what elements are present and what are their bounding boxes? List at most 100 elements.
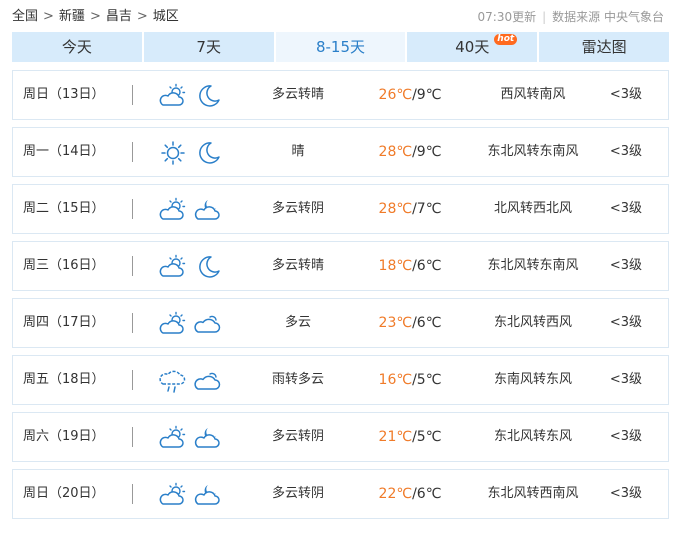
temp-high: 21℃: [378, 429, 413, 445]
temperature: 21℃/5℃: [365, 413, 455, 461]
breadcrumb-separator: >: [136, 9, 148, 24]
wind-level: <3级: [609, 372, 642, 387]
forecast-row: 周五（18日） 雨转多云 16℃/5℃ 东南风转东风 <3级: [12, 355, 669, 405]
breadcrumb-item-city[interactable]: 昌吉: [106, 9, 132, 24]
forecast-date: 周一（14日）: [23, 144, 105, 159]
forecast-row: 周二（15日） 多云转阴 28℃/7℃ 北风转西北风 <3级: [12, 184, 669, 234]
row-divider: [132, 313, 133, 333]
weather-icons: [159, 482, 222, 508]
wind-direction: 东北风转西风: [493, 315, 572, 330]
forecast-row: 周三（16日） 多云转晴 18℃/6℃ 东北风转东南风 <3级: [12, 241, 669, 291]
temp-high: 22℃: [378, 486, 413, 502]
wind-direction: 东北风转东风: [493, 429, 572, 444]
forecast-row: 周日（13日） 多云转晴 26℃/9℃ 西风转南风 <3级: [12, 70, 669, 120]
sun-icon: [159, 140, 187, 166]
temperature: 28℃/9℃: [365, 128, 455, 176]
temp-low: /7℃: [412, 201, 442, 217]
wind-direction: 北风转西北风: [493, 201, 572, 216]
partly-cloudy-day-icon: [159, 197, 187, 223]
tab-today[interactable]: 今天: [12, 32, 144, 62]
temp-low: /6℃: [412, 486, 442, 502]
temp-high: 26℃: [378, 87, 413, 103]
tab-radar[interactable]: 雷达图: [539, 32, 669, 62]
tab-7-days[interactable]: 7天: [143, 32, 276, 62]
forecast-date: 周四（17日）: [23, 315, 105, 330]
moon-icon: [194, 83, 222, 109]
forecast-row: 周一（14日） 晴 28℃/9℃ 东北风转东南风 <3级: [12, 127, 669, 177]
temperature: 16℃/5℃: [365, 356, 455, 404]
cloud-icon: [194, 368, 222, 394]
tab-label: 雷达图: [581, 38, 627, 56]
forecast-date: 周日（13日）: [23, 87, 105, 102]
breadcrumb-item-province[interactable]: 新疆: [59, 9, 85, 24]
row-divider: [132, 427, 133, 447]
temperature: 23℃/6℃: [365, 299, 455, 347]
forecast-row: 周四（17日） 多云 23℃/6℃ 东北风转西风 <3级: [12, 298, 669, 348]
tab-8-15-days[interactable]: 8-15天: [275, 32, 408, 62]
top-bar: 全国 > 新疆 > 昌吉 > 城区 07:30更新 | 数据来源 中央气象台: [12, 6, 668, 28]
wind-direction: 东北风转西南风: [487, 486, 579, 501]
weather-icons: [159, 197, 222, 223]
partly-cloudy-day-icon: [159, 482, 187, 508]
moon-icon: [194, 254, 222, 280]
temp-low: /5℃: [412, 429, 442, 445]
wind-direction: 西风转南风: [500, 87, 566, 102]
temp-low: /6℃: [412, 258, 442, 274]
tab-label: 8-15天: [315, 38, 366, 56]
update-time: 07:30更新: [477, 10, 537, 24]
temp-high: 28℃: [378, 201, 413, 217]
wind-level: <3级: [609, 201, 642, 216]
forecast-date: 周六（19日）: [23, 429, 105, 444]
forecast-tabs: 今天 7天 8-15天 40天 hot 雷达图: [12, 32, 669, 62]
row-divider: [132, 199, 133, 219]
meta-divider: |: [542, 10, 547, 24]
temp-low: /5℃: [412, 372, 442, 388]
weather-condition: 多云转阴: [271, 201, 324, 216]
weather-condition: 雨转多云: [271, 372, 324, 387]
weather-condition: 多云: [284, 315, 311, 330]
partly-cloudy-night-icon: [194, 482, 222, 508]
weather-icons: [159, 83, 222, 109]
forecast-row: 周六（19日） 多云转阴 21℃/5℃ 东北风转东风 <3级: [12, 412, 669, 462]
tab-label: 今天: [61, 38, 92, 56]
data-source: 数据来源 中央气象台: [552, 10, 664, 24]
wind-level: <3级: [609, 87, 642, 102]
temp-high: 28℃: [378, 144, 413, 160]
update-meta: 07:30更新 | 数据来源 中央气象台: [478, 6, 664, 28]
partly-cloudy-night-icon: [194, 425, 222, 451]
partly-cloudy-day-icon: [159, 254, 187, 280]
temp-low: /9℃: [412, 87, 442, 103]
wind-level: <3级: [609, 429, 642, 444]
row-divider: [132, 256, 133, 276]
row-divider: [132, 370, 133, 390]
partly-cloudy-day-icon: [159, 311, 187, 337]
breadcrumb-item-district: 城区: [152, 9, 179, 24]
weather-icons: [159, 140, 222, 166]
temp-high: 16℃: [378, 372, 413, 388]
breadcrumb-separator: >: [43, 9, 54, 24]
wind-direction: 东北风转东南风: [487, 144, 579, 159]
tab-40-days[interactable]: 40天 hot: [407, 32, 540, 62]
row-divider: [132, 142, 133, 162]
wind-direction: 东南风转东风: [493, 372, 572, 387]
breadcrumb-separator: >: [89, 9, 101, 24]
weather-condition: 多云转晴: [271, 258, 324, 273]
weather-icons: [159, 425, 222, 451]
moon-icon: [194, 140, 222, 166]
breadcrumb-item-country[interactable]: 全国: [12, 9, 38, 24]
weather-icons: [159, 311, 222, 337]
forecast-list: 周日（13日） 多云转晴 26℃/9℃ 西风转南风 <3级 周一（14日） 晴 …: [12, 70, 669, 526]
weather-icons: [159, 254, 222, 280]
weather-condition: 多云转阴: [271, 429, 324, 444]
forecast-date: 周三（16日）: [23, 258, 105, 273]
forecast-date: 周五（18日）: [23, 372, 105, 387]
temperature: 28℃/7℃: [365, 185, 455, 233]
wind-level: <3级: [609, 258, 642, 273]
wind-level: <3级: [609, 144, 642, 159]
forecast-date: 周二（15日）: [23, 201, 105, 216]
temperature: 22℃/6℃: [365, 470, 455, 518]
hot-badge: hot: [494, 34, 518, 45]
weather-condition: 多云转晴: [271, 87, 324, 102]
row-divider: [132, 85, 133, 105]
weather-condition: 多云转阴: [271, 486, 324, 501]
